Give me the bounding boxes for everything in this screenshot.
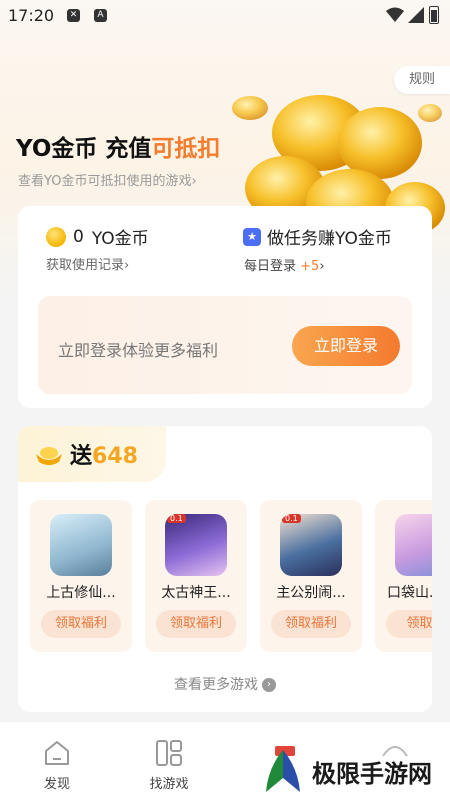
version-badge: 0.1 <box>282 514 301 523</box>
hero-title: YO金币 充值可抵扣 <box>16 129 220 163</box>
claim-benefit-button[interactable]: 领取福利 <box>41 610 121 638</box>
game-icon: 0.1 <box>165 514 227 576</box>
game-list: 上古修仙... 领取福利 0.1 太古神王... 领取福利 0.1 主公别闹..… <box>30 500 432 652</box>
claim-benefit-button[interactable]: 领取福 <box>386 610 432 638</box>
more-games-label: 查看更多游戏 <box>174 677 258 693</box>
notification-a-icon: A <box>94 9 107 22</box>
deductible-games-link[interactable]: 查看YO金币可抵扣使用的游戏› <box>18 170 197 189</box>
gift-games-card: 送648 上古修仙... 领取福利 0.1 太古神王... 领取福利 0.1 主… <box>18 426 432 712</box>
grid-icon <box>156 740 182 766</box>
daily-login-link[interactable]: 每日登录 +5› <box>244 255 325 274</box>
game-name: 口袋山... <box>387 585 432 601</box>
login-banner: 立即登录体验更多福利 立即登录 <box>38 296 412 394</box>
login-prompt: 立即登录体验更多福利 <box>58 341 219 360</box>
game-name: 上古修仙... <box>46 585 116 601</box>
usage-record-label: 获取使用记录 <box>46 258 125 273</box>
game-name: 太古神王... <box>161 585 231 601</box>
game-card[interactable]: 0.1 太古神王... 领取福利 <box>145 500 247 652</box>
daily-login-label: 每日登录 <box>244 259 297 274</box>
usage-record-link[interactable]: 获取使用记录› <box>46 254 129 273</box>
game-icon <box>50 514 112 576</box>
login-button[interactable]: 立即登录 <box>292 326 400 366</box>
coin-balance-unit: YO金币 <box>91 229 149 249</box>
claim-benefit-button[interactable]: 领取福利 <box>271 610 351 638</box>
earn-coins-task-label: 做任务赚YO金币 <box>267 229 392 249</box>
hero-title-highlight: 可抵扣 <box>151 136 221 162</box>
earn-coins-task[interactable]: ★ 做任务赚YO金币 <box>243 224 392 249</box>
daily-login-reward: +5 <box>300 259 320 274</box>
tab-find-games[interactable]: 找游戏 <box>124 722 214 800</box>
yo-coins-card: 0 YO金币 获取使用记录› ★ 做任务赚YO金币 每日登录 +5› 立即登录体… <box>18 206 432 408</box>
gift-text: 送648 <box>70 438 138 470</box>
game-icon: 0.1 <box>280 514 342 576</box>
chevron-right-icon: › <box>191 174 197 189</box>
chevron-right-icon: › <box>262 678 276 692</box>
wifi-icon <box>386 7 404 22</box>
game-card[interactable]: 口袋山... 领取福 <box>375 500 432 652</box>
home-icon <box>45 741 69 765</box>
game-card[interactable]: 上古修仙... 领取福利 <box>30 500 132 652</box>
chevron-right-icon: › <box>124 258 130 273</box>
tab-discover[interactable]: 发现 <box>12 722 102 800</box>
signal-icon <box>408 7 424 23</box>
gold-ingot-icon <box>36 447 62 465</box>
status-bar: 17:20 ✕ A <box>0 0 450 32</box>
coin-icon <box>46 226 66 247</box>
notification-close-icon: ✕ <box>67 9 80 22</box>
more-games-link[interactable]: 查看更多游戏 › <box>18 674 432 694</box>
coin-balance-value: 0 <box>73 226 84 247</box>
version-badge: 0.1 <box>167 514 186 523</box>
tab-label: 发现 <box>43 777 70 792</box>
watermark-text: 极限手游网 <box>312 758 432 788</box>
site-watermark: 极限手游网 <box>260 748 432 794</box>
game-card[interactable]: 0.1 主公别闹... 领取福利 <box>260 500 362 652</box>
status-time: 17:20 <box>8 6 55 25</box>
star-icon: ★ <box>243 227 261 246</box>
gift-label: 送 <box>70 444 93 469</box>
tab-label: 找游戏 <box>149 777 189 792</box>
game-icon <box>395 514 432 576</box>
battery-icon <box>429 6 439 24</box>
claim-benefit-button[interactable]: 领取福利 <box>156 610 236 638</box>
deductible-games-link-label: 查看YO金币可抵扣使用的游戏 <box>18 174 192 189</box>
watermark-logo-icon <box>266 750 300 792</box>
gift-tag: 送648 <box>18 426 166 482</box>
gift-amount: 648 <box>92 444 138 469</box>
hero-title-main: YO金币 充值 <box>16 136 152 162</box>
coin-balance: 0 YO金币 <box>46 224 149 249</box>
chevron-right-icon: › <box>319 259 325 274</box>
game-name: 主公别闹... <box>276 585 346 601</box>
